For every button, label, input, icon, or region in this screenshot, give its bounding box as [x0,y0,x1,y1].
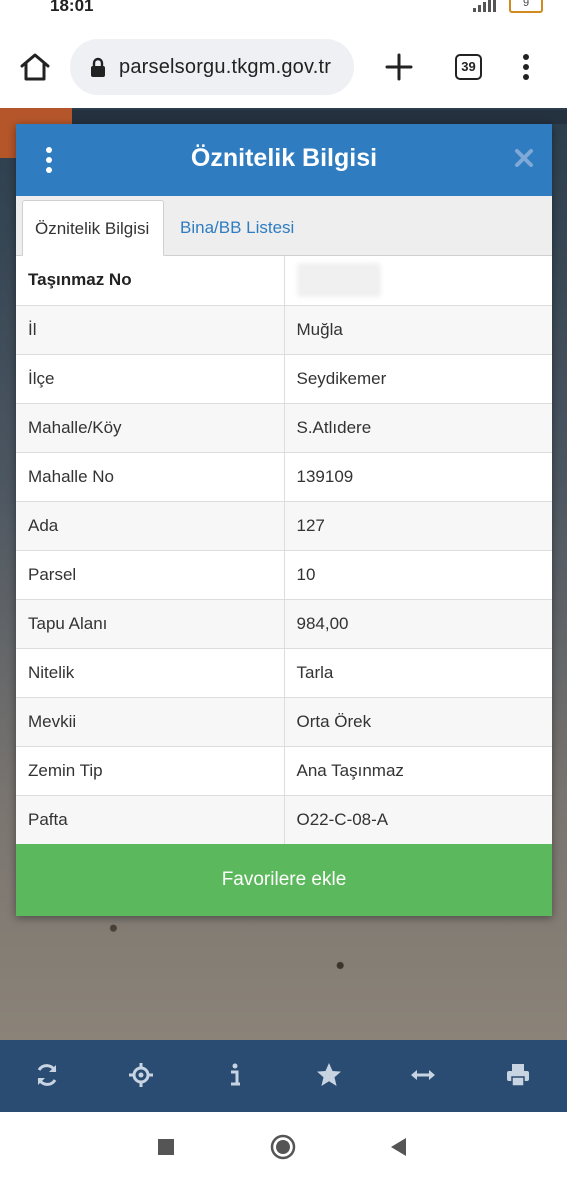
dialog-title: Öznitelik Bilgisi [190,144,378,172]
measure-icon[interactable] [410,1062,436,1088]
status-bar: 18:01 9 [0,0,567,22]
row-label: İl [16,304,285,354]
row-value: 127 [284,500,552,550]
attribute-dialog: Öznitelik Bilgisi Öznitelik Bilgisi Bina… [16,124,552,916]
address-bar[interactable]: parselsorgu.tkgm.gov.tr [70,39,354,95]
table-row: Mahalle No 139109 [16,451,552,501]
lock-icon [91,57,105,77]
row-label: Mahalle/Köy [16,402,285,452]
table-row: Mevkii Orta Örek [16,696,552,746]
signal-icon [473,0,496,12]
tab-attribute-info[interactable]: Öznitelik Bilgisi [22,200,164,256]
home-icon[interactable] [270,1134,296,1160]
refresh-icon[interactable] [34,1062,60,1088]
row-value: Muğla [284,304,552,354]
tab-count: 39 [461,59,476,74]
row-label: İlçe [16,353,285,403]
table-row: Nitelik Tarla [16,647,552,697]
close-icon[interactable] [512,146,536,170]
attribute-table: Taşınmaz No İl Muğla İlçe Seydikemer Mah… [16,256,552,844]
row-label: Pafta [16,794,285,844]
row-value: 10 [284,549,552,599]
table-row: Zemin Tip Ana Taşınmaz [16,745,552,795]
table-row: Tapu Alanı 984,00 [16,598,552,648]
row-label: Mevkii [16,696,285,746]
table-row: İl Muğla [16,304,552,354]
print-icon[interactable] [505,1062,531,1088]
row-label: Nitelik [16,647,285,697]
row-value: 984,00 [284,598,552,648]
table-row: Mahalle/Köy S.Atlıdere [16,402,552,452]
url-text: parselsorgu.tkgm.gov.tr [119,56,332,78]
new-tab-icon[interactable] [384,52,414,82]
table-row: Ada 127 [16,500,552,550]
battery-level: 9 [522,0,530,9]
dialog-header: Öznitelik Bilgisi [16,124,552,196]
row-value: Tarla [284,647,552,697]
row-value: Ana Taşınmaz [284,745,552,795]
home-icon[interactable] [18,52,52,82]
browser-menu-icon[interactable] [518,52,534,82]
map-top-strip [0,110,567,124]
table-row: Pafta O22-C-08-A [16,794,552,844]
row-label: Parsel [16,549,285,599]
row-value: Seydikemer [284,353,552,403]
star-icon[interactable] [316,1062,342,1088]
browser-toolbar: parselsorgu.tkgm.gov.tr 39 [0,22,567,110]
row-value: S.Atlıdere [284,402,552,452]
recents-icon[interactable] [153,1134,179,1160]
tab-building-list[interactable]: Bina/BB Listesi [168,200,306,256]
row-label: Tapu Alanı [16,598,285,648]
battery-icon: 9 [509,0,543,13]
back-icon[interactable] [386,1134,412,1160]
row-label: Mahalle No [16,451,285,501]
row-value: 139109 [284,451,552,501]
table-row: Taşınmaz No [16,256,552,305]
row-label: Ada [16,500,285,550]
row-value: O22-C-08-A [284,794,552,844]
status-time: 18:01 [50,0,94,15]
redacted-value [296,263,381,298]
row-value [284,256,552,305]
row-label: Taşınmaz No [16,256,285,305]
row-label: Zemin Tip [16,745,285,795]
locate-icon[interactable] [128,1062,154,1088]
info-icon[interactable] [222,1062,248,1088]
add-to-favorites-button[interactable]: Favorilere ekle [16,844,552,916]
system-nav-bar [0,1112,567,1180]
row-value: Orta Örek [284,696,552,746]
table-row: İlçe Seydikemer [16,353,552,403]
dialog-tabs: Öznitelik Bilgisi Bina/BB Listesi [16,196,552,256]
table-row: Parsel 10 [16,549,552,599]
map-toolbar [0,1040,567,1112]
tab-switcher-button[interactable]: 39 [455,54,482,80]
